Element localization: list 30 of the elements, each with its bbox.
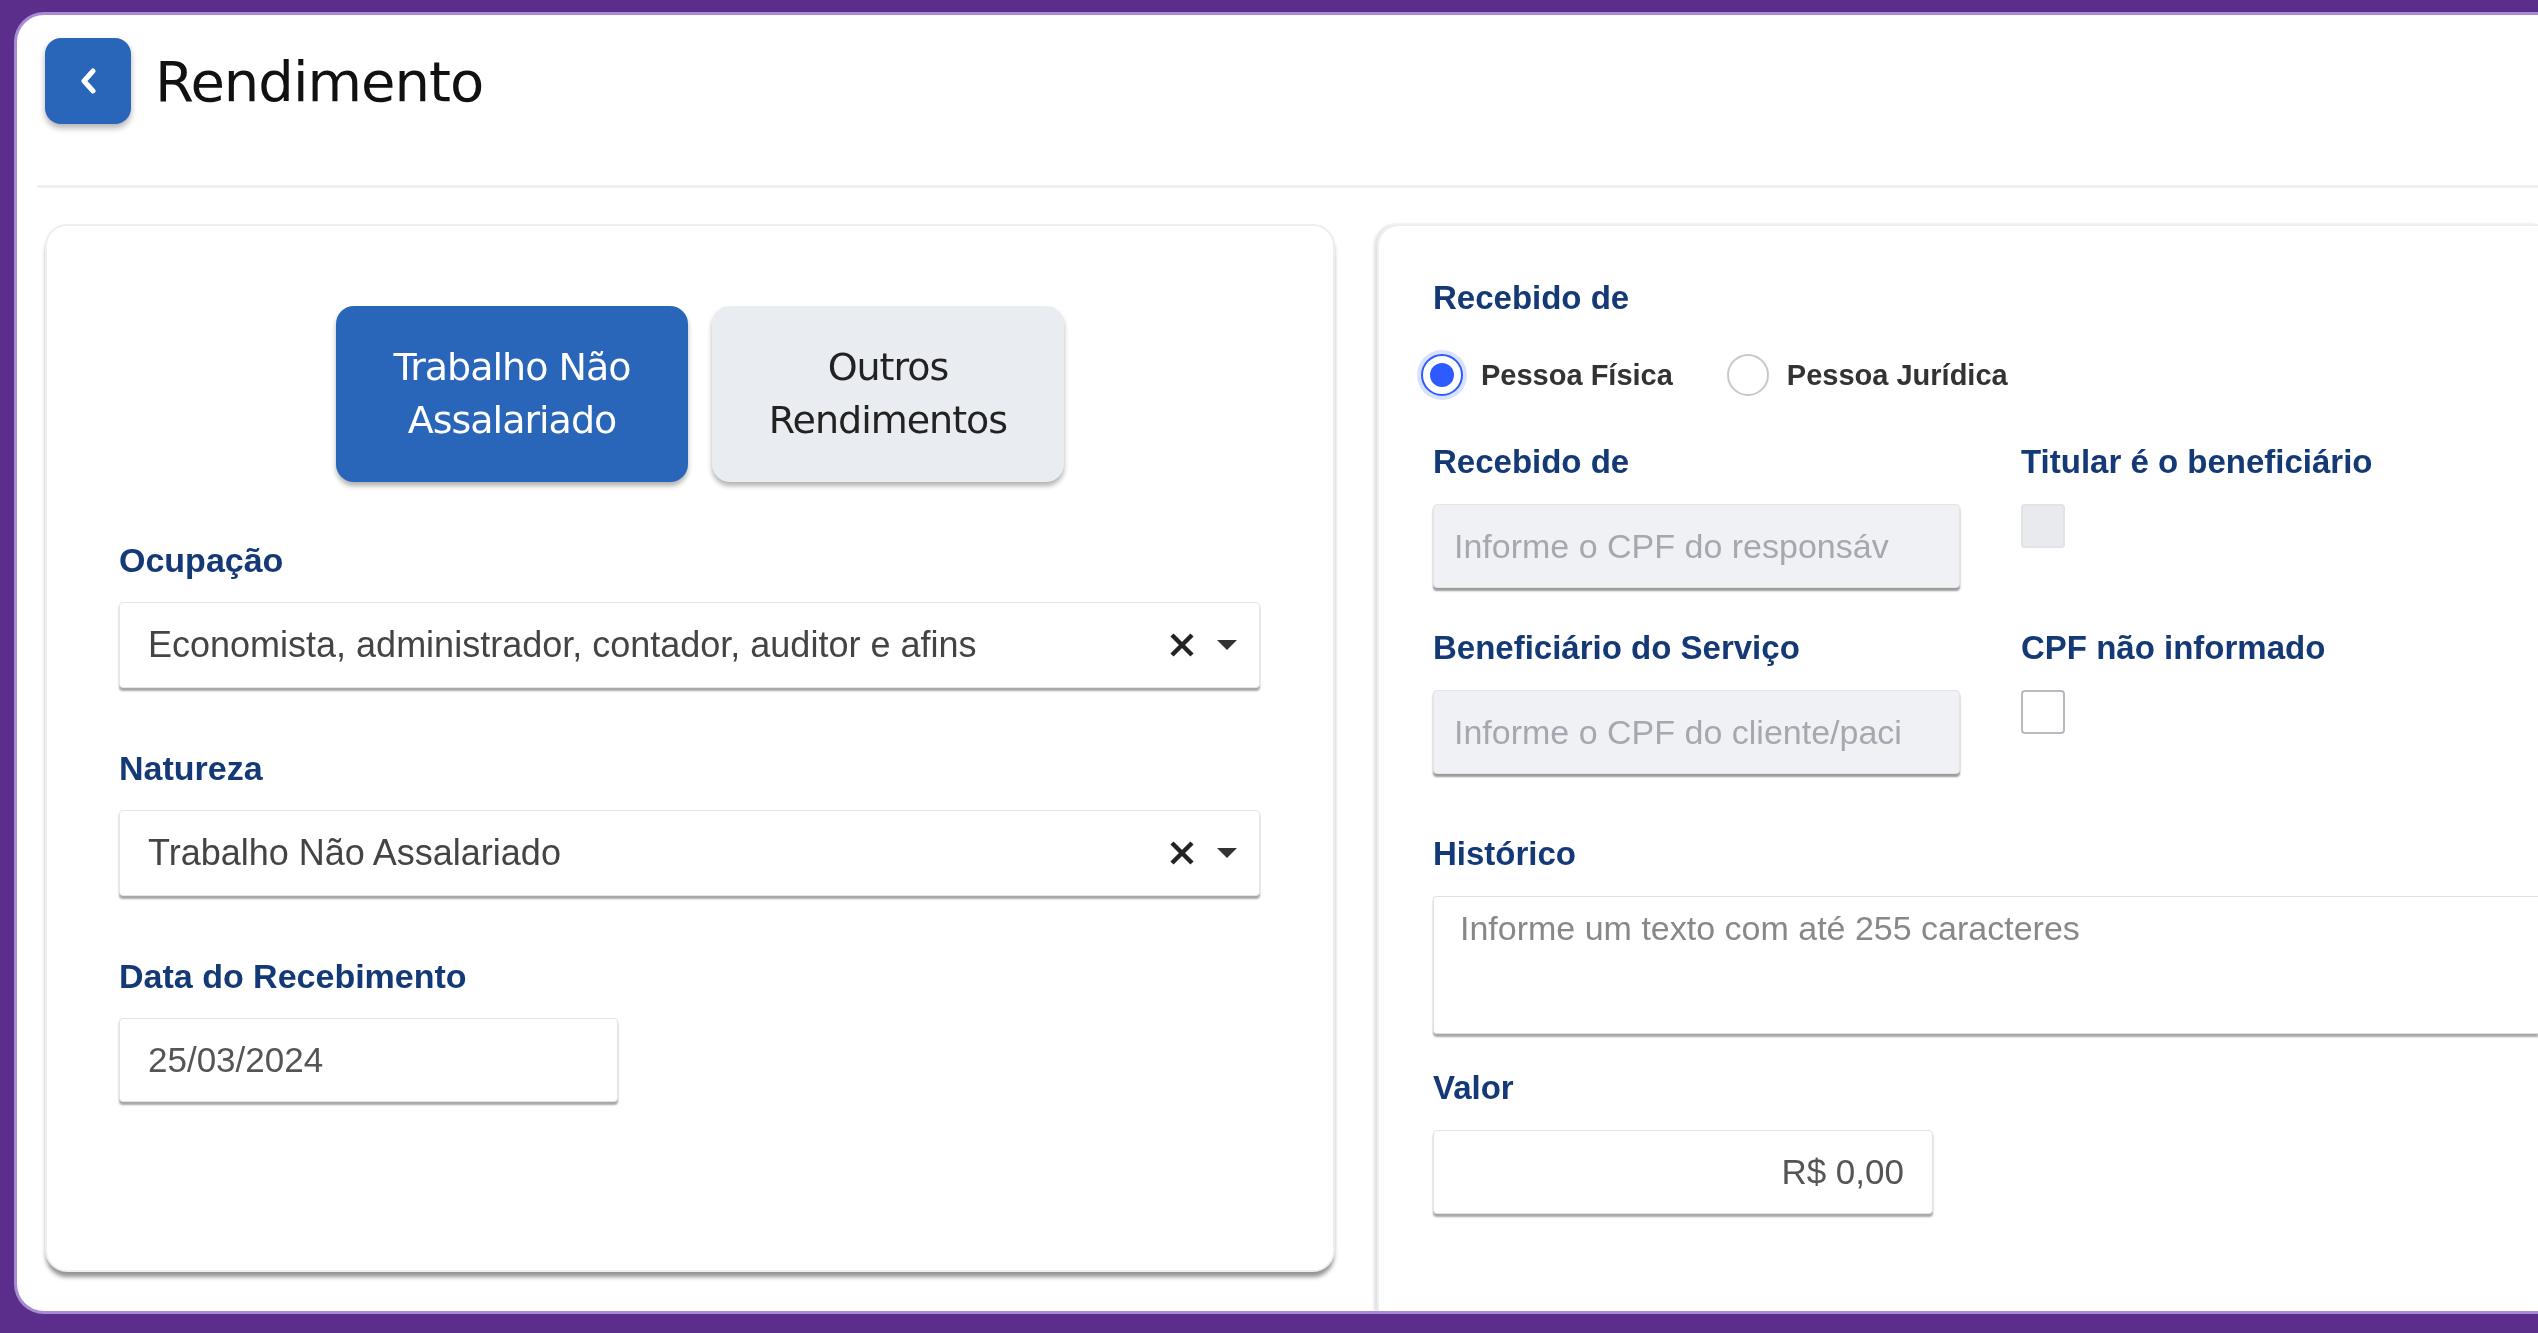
nature-select[interactable]: Trabalho Não Assalariado	[119, 810, 1260, 896]
chevron-left-icon	[79, 68, 97, 94]
field-label: Recebido de	[1433, 442, 1631, 482]
income-type-tab[interactable]: Trabalho Não Assalariado	[336, 306, 688, 482]
caret-icon[interactable]	[1217, 848, 1237, 858]
checkbox-label: CPF não informado	[2021, 628, 2327, 668]
income-type-tab[interactable]: Outros Rendimentos	[712, 306, 1064, 482]
field-label: Valor	[1433, 1068, 1515, 1108]
radio-button[interactable]	[1726, 354, 1769, 396]
group-label: Recebido de	[1433, 278, 1631, 318]
history-textarea[interactable]: Informe um texto com até 255 caracteres	[1433, 896, 2538, 1034]
radio-label: Pessoa Jurídica	[1786, 358, 2008, 392]
occupation-select[interactable]: Economista, administrador, contador, auditor e afins	[119, 602, 1260, 688]
date-input[interactable]: 25/03/2024	[119, 1018, 618, 1102]
field-label: Histórico	[1433, 834, 1578, 874]
radio-button[interactable]	[1421, 354, 1463, 396]
field-label: Beneficiário do Serviço	[1433, 628, 1801, 668]
clear-icon[interactable]	[1169, 840, 1195, 866]
cpf-input[interactable]: Informe o CPF do cliente/paci	[1433, 690, 1960, 774]
caret-icon[interactable]	[1217, 640, 1237, 650]
amount-input[interactable]: R$ 0,00	[1433, 1130, 1933, 1214]
back-button[interactable]	[45, 38, 131, 124]
radio-label: Pessoa Física	[1481, 358, 1673, 392]
field-label: Data do Recebimento	[119, 956, 468, 996]
clear-icon[interactable]	[1169, 632, 1195, 658]
checkbox[interactable]	[2021, 690, 2065, 734]
checkbox-label: Titular é o beneficiário	[2021, 442, 2374, 482]
field-label: Natureza	[119, 748, 264, 788]
page-title: Rendimento	[155, 48, 484, 114]
field-label: Ocupação	[119, 540, 285, 580]
